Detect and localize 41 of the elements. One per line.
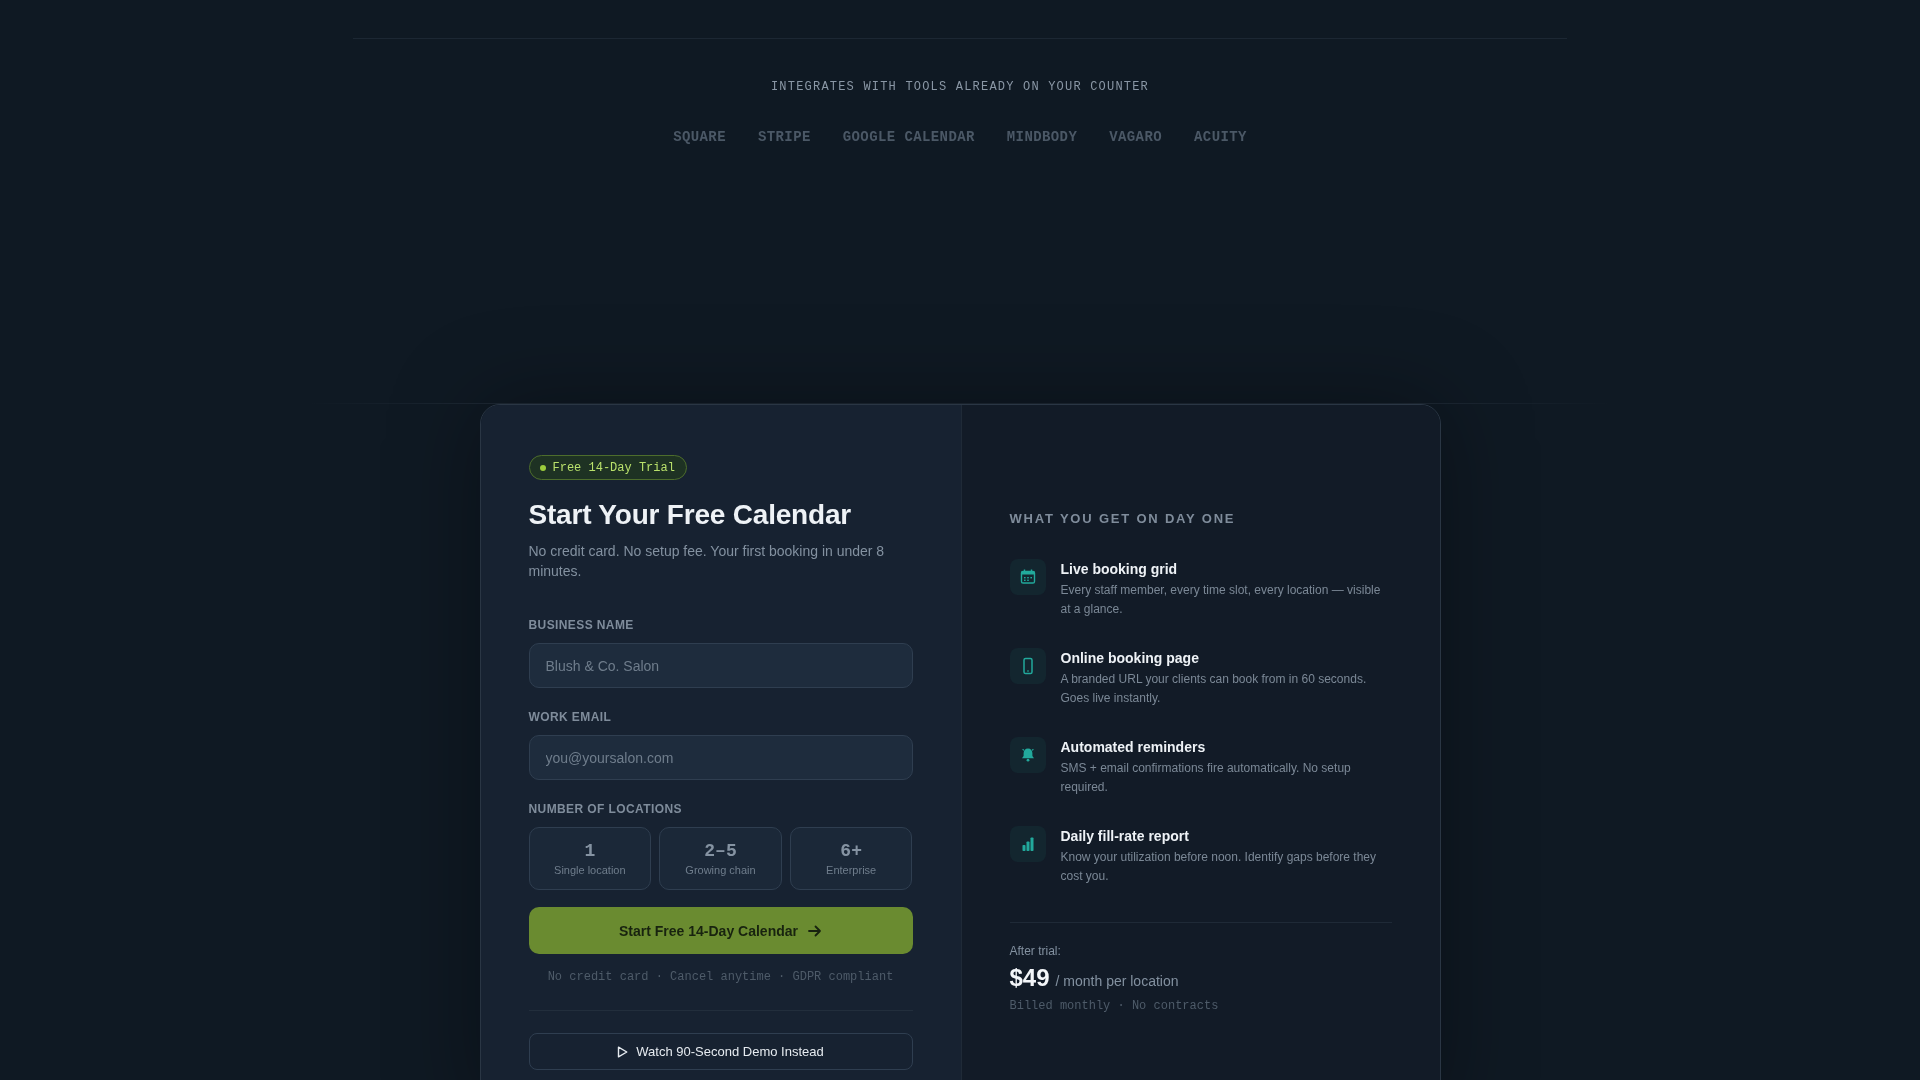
bell-icon (1009, 737, 1046, 773)
integration-logo-text: MINDBODY (1006, 128, 1078, 147)
integration-logo-text: VAGARO (1109, 128, 1163, 147)
feature-description: A branded URL your clients can book from in 60 seconds. Goes live instantly. (1060, 671, 1368, 707)
phone-icon (1009, 648, 1046, 684)
field-label: BUSINESS NAME (528, 617, 635, 633)
feature-title: Online booking page (1060, 649, 1200, 668)
location-option[interactable]: 2–5 Growing chain (659, 827, 782, 890)
play-icon (617, 1045, 629, 1058)
section-caption: INTEGRATES WITH TOOLS ALREADY ON YOUR COUNTER (770, 79, 1150, 95)
integration-logo-text: ACUITY (1194, 128, 1247, 147)
badge-text: Free 14-Day Trial (552, 460, 675, 475)
arrow-right-icon (808, 924, 822, 937)
pricing-label: After trial: (1009, 943, 1062, 959)
start-trial-button[interactable]: Start Free 14-Day Calendar (528, 907, 913, 954)
integration-logo-text: SQUARE (673, 128, 726, 147)
text-input-field[interactable]: you@yoursalon.com (528, 735, 913, 780)
form-title: Start Your Free Calendar (528, 498, 852, 532)
dot-icon (539, 464, 546, 471)
feature-description: Every staff member, every time slot, every location — visible at a glance. (1060, 582, 1382, 618)
integration-logo-text: STRIPE (757, 128, 811, 147)
fine-print: No credit card · Cancel anytime · GDPR compliant (546, 969, 895, 985)
bar-chart-icon (1009, 826, 1046, 862)
location-option[interactable]: 6+ Enterprise (789, 827, 913, 890)
calendar-icon (1009, 559, 1046, 595)
field-label: WORK EMAIL (528, 709, 613, 725)
benefits-heading: WHAT YOU GET ON DAY ONE (1009, 511, 1237, 527)
text-input-field[interactable]: Blush & Co. Salon (528, 643, 913, 688)
location-option[interactable]: 1 Single location (528, 827, 652, 890)
watch-demo-button[interactable]: Watch 90-Second Demo Instead (528, 1033, 913, 1070)
billing-note: Billed monthly · No contracts (1009, 998, 1220, 1014)
feature-description: SMS + email confirmations fire automatically. No setup required. (1060, 760, 1352, 796)
price: $49 (1009, 964, 1050, 992)
feature-description: Know your utilization before noon. Identify gaps before they cost you. (1060, 849, 1378, 885)
feature-title: Live booking grid (1060, 560, 1179, 579)
price-unit: / month per location (1055, 973, 1179, 989)
feature-title: Daily fill-rate report (1060, 827, 1190, 846)
integration-logo-text: GOOGLE CALENDAR (842, 128, 975, 147)
field-label: NUMBER OF LOCATIONS (528, 801, 683, 817)
feature-title: Automated reminders (1060, 738, 1207, 757)
form-subtitle: No credit card. No setup fee. Your first booking in under 8 minutes. (528, 542, 886, 581)
